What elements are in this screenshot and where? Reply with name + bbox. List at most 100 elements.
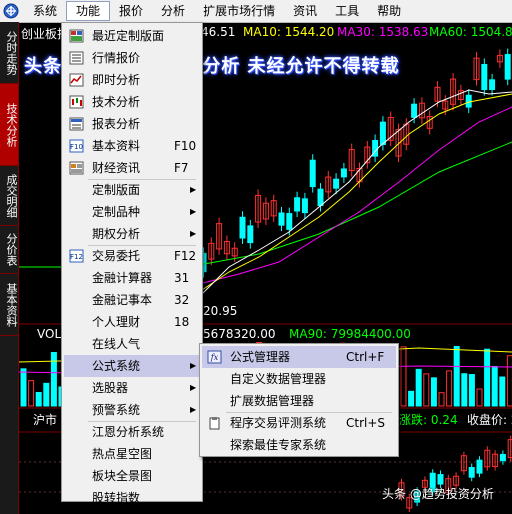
menu-item-sector-panorama[interactable]: 板块全景图 <box>64 465 200 487</box>
menu-item-technical-analysis[interactable]: 技术分析 <box>64 91 200 113</box>
menu-item-personal-finance[interactable]: 个人理财 18 <box>64 311 200 333</box>
menu-item-label: 财经资讯 <box>92 161 141 175</box>
candle-body <box>499 453 506 462</box>
submenu-arrow-icon: ▶ <box>190 361 197 370</box>
menu-function[interactable]: 功能 <box>66 1 111 21</box>
menu-item-finance-calculator[interactable]: 金融计算器 31 <box>64 267 200 289</box>
submenu-item-label: 自定义数据管理器 <box>230 372 327 386</box>
volume-bar <box>408 390 415 407</box>
ma90-label: MA90: 79984400.00 <box>289 327 411 341</box>
menu-item-shortcut: F12 <box>174 249 197 263</box>
volume-bar <box>491 365 498 407</box>
menu-item-report-analysis[interactable]: 报表分析 <box>64 113 200 135</box>
menu-tools[interactable]: 工具 <box>326 1 368 21</box>
menu-item-label: 个人理财 <box>92 315 141 329</box>
submenu-item-extended-data-manager[interactable]: 扩展数据管理器 <box>202 390 396 412</box>
menu-item-custom-variety[interactable]: 定制品种 ▶ <box>64 201 200 223</box>
menu-item-label: 定制品种 <box>92 205 141 219</box>
menu-item-gann-analysis[interactable]: 江恩分析系统 <box>64 421 200 443</box>
menu-item-label: 江恩分析系统 <box>92 425 165 439</box>
candle-body <box>504 54 511 80</box>
menubar: 系统 功能 报价 分析 扩展市场行情 资讯 工具 帮助 <box>0 0 512 23</box>
ma5-line <box>198 89 512 298</box>
tab-trade-detail[interactable]: 成交明细 <box>0 166 18 226</box>
tab-basic-info[interactable]: 基本资料 <box>0 274 18 336</box>
volume-bar <box>461 373 468 407</box>
submenu-item-program-trade-evaluation[interactable]: 程序交易评测系统 Ctrl+S <box>202 412 396 434</box>
menu-analysis[interactable]: 分析 <box>152 1 194 21</box>
menu-item-alert-system[interactable]: 预警系统 ▶ <box>64 399 200 421</box>
app-logo-icon[interactable] <box>2 2 20 20</box>
volume-label: VOL <box>37 327 62 341</box>
volume-bar <box>400 346 407 407</box>
menu-item-formula-system[interactable]: 公式系统 ▶ <box>64 355 200 377</box>
function-dropdown-menu: 最近定制版面 行情报价 即时分析 技术分析 报表分析 F10 基本资料 F10 财经资讯 F7 定制… <box>61 22 203 505</box>
volume-bar <box>50 352 57 407</box>
menu-item-label: 行情报价 <box>92 51 141 65</box>
volume-bar <box>28 380 35 407</box>
candle-body <box>239 216 246 239</box>
submenu-item-best-expert-system[interactable]: 探索最佳专家系统 <box>202 434 396 456</box>
menu-item-shortcut: 32 <box>174 293 190 307</box>
menu-item-hotspot-map[interactable]: 热点星空图 <box>64 443 200 465</box>
candle-body <box>278 212 285 226</box>
candlestick-series <box>200 48 511 278</box>
candle-body <box>476 459 483 474</box>
submenu-item-formula-manager[interactable]: fx 公式管理器 Ctrl+F <box>202 346 396 368</box>
candle-body <box>247 225 254 244</box>
submenu-arrow-icon: ▶ <box>190 405 197 414</box>
submenu-item-custom-data-manager[interactable]: 自定义数据管理器 <box>202 368 396 390</box>
volume-bar <box>415 368 422 407</box>
candle-body <box>489 79 496 91</box>
menu-item-label: 预警系统 <box>92 403 141 417</box>
volume-bar <box>453 345 460 407</box>
tab-price-table[interactable]: 分价表 <box>0 226 18 274</box>
volume-bar <box>423 373 430 407</box>
menu-item-online-popularity[interactable]: 在线人气 <box>64 333 200 355</box>
submenu-item-label: 探索最佳专家系统 <box>230 438 327 452</box>
volume-bar <box>43 382 50 407</box>
menu-item-finance-news[interactable]: 财经资讯 F7 <box>64 157 200 179</box>
sh-market-label: 沪市 <box>33 413 58 427</box>
menu-item-custom-layout[interactable]: 定制版面 ▶ <box>64 179 200 201</box>
volume-bar <box>506 355 512 407</box>
rise-fall-label: 涨跌: 0.24 <box>399 413 458 427</box>
menu-item-realtime-analysis[interactable]: 即时分析 <box>64 69 200 91</box>
volume-bar <box>20 368 27 407</box>
submenu-arrow-icon: ▶ <box>190 383 197 392</box>
menu-quote[interactable]: 报价 <box>110 1 152 21</box>
ma5-label: 46.51 <box>201 25 236 39</box>
menu-item-option-analysis[interactable]: 期权分析 ▶ <box>64 223 200 245</box>
menu-item-label: 技术分析 <box>92 95 141 109</box>
menu-system[interactable]: 系统 <box>24 1 66 21</box>
candle-body <box>379 121 386 146</box>
close-price-label: 收盘价: 29 <box>467 413 512 427</box>
menu-item-label: 期权分析 <box>92 227 141 241</box>
menu-item-stock-transfer-index[interactable]: 股转指数 <box>64 487 200 509</box>
submenu-item-shortcut: Ctrl+S <box>346 416 386 430</box>
menu-help[interactable]: 帮助 <box>368 1 410 21</box>
menu-news[interactable]: 资讯 <box>284 1 326 21</box>
candle-body <box>317 188 324 207</box>
menu-item-label: 热点星空图 <box>92 447 153 461</box>
menu-item-label: 金融计算器 <box>92 271 153 285</box>
menu-item-label: 最近定制版面 <box>92 29 165 43</box>
tab-intraday[interactable]: 分时走势 <box>0 22 18 84</box>
menu-item-label: 基本资料 <box>92 139 141 153</box>
submenu-item-shortcut: Ctrl+F <box>346 350 385 364</box>
submenu-item-label: 程序交易评测系统 <box>230 416 327 430</box>
menu-item-finance-notebook[interactable]: 金融记事本 32 <box>64 289 200 311</box>
menu-item-recent-layout[interactable]: 最近定制版面 <box>64 25 200 47</box>
menu-item-shortcut: 31 <box>174 271 190 285</box>
menu-item-basic-info[interactable]: F10 基本资料 F10 <box>64 135 200 157</box>
menu-item-label: 股转指数 <box>92 491 141 505</box>
tab-technical-analysis[interactable]: 技术分析 <box>0 84 18 166</box>
volume-bar <box>430 377 437 407</box>
submenu-item-label: 扩展数据管理器 <box>230 394 315 408</box>
menu-extended-market[interactable]: 扩展市场行情 <box>194 1 284 21</box>
menu-item-trade-order[interactable]: F12 交易委托 F12 <box>64 245 200 267</box>
candle-body <box>309 159 316 188</box>
volume-bar <box>484 348 491 407</box>
menu-item-quote[interactable]: 行情报价 <box>64 47 200 69</box>
menu-item-stock-picker[interactable]: 选股器 ▶ <box>64 377 200 399</box>
